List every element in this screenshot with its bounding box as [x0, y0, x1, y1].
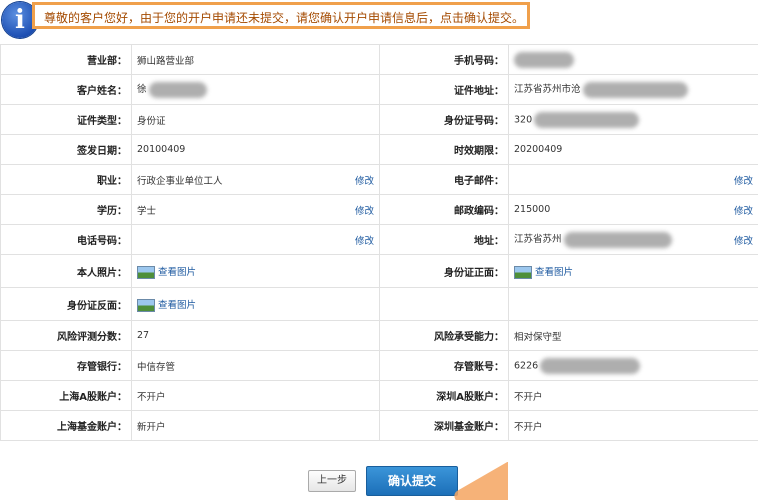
value-mobile [508, 44, 758, 75]
edit-education-link[interactable]: 修改 [355, 203, 374, 217]
table-row: 本人照片： 查看图片 身份证正面： 查看图片 [0, 254, 758, 288]
value-issue-date: 20100409 [131, 134, 380, 165]
edit-email-link[interactable]: 修改 [734, 173, 753, 187]
table-row: 学历： 学士 修改 邮政编码： 215000 修改 [0, 194, 758, 225]
table-row: 职业： 行政企事业单位工人 修改 电子邮件： 修改 [0, 164, 758, 195]
label-sz-a-account: 深圳A股账户： [379, 380, 509, 411]
table-row: 上海A股账户： 不开户 深圳A股账户： 不开户 [0, 380, 758, 411]
notice-box: 尊敬的客户您好，由于您的开户申请还未提交，请您确认开户申请信息后，点击确认提交。 [32, 2, 530, 29]
label-name: 客户姓名： [0, 74, 132, 105]
view-photo-link[interactable]: 查看图片 [137, 265, 196, 279]
label-sz-fund-account: 深圳基金账户： [379, 410, 509, 441]
redacted-blur [582, 81, 688, 98]
value-sh-a-account: 不开户 [131, 380, 380, 411]
value-id-front: 查看图片 [508, 254, 758, 288]
label-risk-score: 风险评测分数： [0, 320, 132, 351]
label-sh-fund-account: 上海基金账户： [0, 410, 132, 441]
edit-postcode-link[interactable]: 修改 [734, 203, 753, 217]
view-id-front-link[interactable]: 查看图片 [514, 265, 573, 279]
label-expiry: 时效期限： [379, 134, 509, 165]
label-mobile: 手机号码： [379, 44, 509, 75]
value-custody-account: 6226 [508, 350, 758, 381]
value-postcode: 215000 修改 [508, 194, 758, 225]
value-phone: 修改 [131, 224, 380, 255]
value-sz-fund-account: 不开户 [508, 410, 758, 441]
label-branch: 营业部： [0, 44, 132, 75]
value-photo: 查看图片 [131, 254, 380, 288]
redacted-blur [514, 51, 574, 68]
label-empty [379, 287, 509, 321]
label-photo: 本人照片： [0, 254, 132, 288]
table-row: 上海基金账户： 新开户 深圳基金账户： 不开户 [0, 410, 758, 441]
edit-phone-link[interactable]: 修改 [355, 233, 374, 247]
label-id-front: 身份证正面： [379, 254, 509, 288]
value-branch: 狮山路营业部 [131, 44, 380, 75]
notice-bar: i 尊敬的客户您好，由于您的开户申请还未提交，请您确认开户申请信息后，点击确认提… [0, 0, 758, 40]
value-expiry: 20200409 [508, 134, 758, 165]
table-row: 营业部： 狮山路营业部 手机号码： [0, 44, 758, 75]
label-education: 学历： [0, 194, 132, 225]
label-phone: 电话号码： [0, 224, 132, 255]
table-row: 签发日期： 20100409 时效期限： 20200409 [0, 134, 758, 165]
value-sz-a-account: 不开户 [508, 380, 758, 411]
account-info-table: 营业部： 狮山路营业部 手机号码： 客户姓名： 徐 证件地址： 江苏省苏州市沧 … [0, 44, 758, 441]
label-postcode: 邮政编码： [379, 194, 509, 225]
edit-occupation-link[interactable]: 修改 [355, 173, 374, 187]
label-email: 电子邮件： [379, 164, 509, 195]
value-id-number: 320 [508, 104, 758, 135]
value-empty [508, 287, 758, 321]
value-risk-score: 27 [131, 320, 380, 351]
value-id-type: 身份证 [131, 104, 380, 135]
label-address: 地址： [379, 224, 509, 255]
value-email: 修改 [508, 164, 758, 195]
redacted-blur [540, 357, 641, 374]
pointer-arrow-icon [448, 462, 508, 500]
label-custody-account: 存管账号： [379, 350, 509, 381]
table-row: 身份证反面： 查看图片 [0, 287, 758, 321]
table-row: 客户姓名： 徐 证件地址： 江苏省苏州市沧 [0, 74, 758, 105]
picture-icon [137, 265, 155, 279]
label-risk-tolerance: 风险承受能力： [379, 320, 509, 351]
value-name: 徐 [131, 74, 380, 105]
label-id-address: 证件地址： [379, 74, 509, 105]
label-id-back: 身份证反面： [0, 287, 132, 321]
value-sh-fund-account: 新开户 [131, 410, 380, 441]
label-occupation: 职业： [0, 164, 132, 195]
view-id-back-link[interactable]: 查看图片 [137, 298, 196, 312]
table-row: 电话号码： 修改 地址： 江苏省苏州 修改 [0, 224, 758, 255]
value-risk-tolerance: 相对保守型 [508, 320, 758, 351]
redacted-blur [534, 111, 640, 128]
label-sh-a-account: 上海A股账户： [0, 380, 132, 411]
value-custody-bank: 中信存管 [131, 350, 380, 381]
label-issue-date: 签发日期： [0, 134, 132, 165]
table-row: 存管银行： 中信存管 存管账号： 6226 [0, 350, 758, 381]
redacted-blur [148, 81, 207, 98]
action-bar: 上一步 确认提交 [0, 462, 758, 500]
value-id-address: 江苏省苏州市沧 [508, 74, 758, 105]
value-address: 江苏省苏州 修改 [508, 224, 758, 255]
confirm-submit-button[interactable]: 确认提交 [366, 466, 458, 496]
label-id-number: 身份证号码： [379, 104, 509, 135]
prev-step-button[interactable]: 上一步 [308, 470, 356, 492]
table-row: 证件类型： 身份证 身份证号码： 320 [0, 104, 758, 135]
redacted-blur [563, 231, 672, 248]
table-row: 风险评测分数： 27 风险承受能力： 相对保守型 [0, 320, 758, 351]
label-id-type: 证件类型： [0, 104, 132, 135]
value-occupation: 行政企事业单位工人 修改 [131, 164, 380, 195]
edit-address-link[interactable]: 修改 [734, 233, 753, 247]
notice-text: 尊敬的客户您好，由于您的开户申请还未提交，请您确认开户申请信息后，点击确认提交。 [44, 11, 525, 25]
label-custody-bank: 存管银行： [0, 350, 132, 381]
value-education: 学士 修改 [131, 194, 380, 225]
picture-icon [514, 265, 532, 279]
value-id-back: 查看图片 [131, 287, 380, 321]
picture-icon [137, 298, 155, 312]
